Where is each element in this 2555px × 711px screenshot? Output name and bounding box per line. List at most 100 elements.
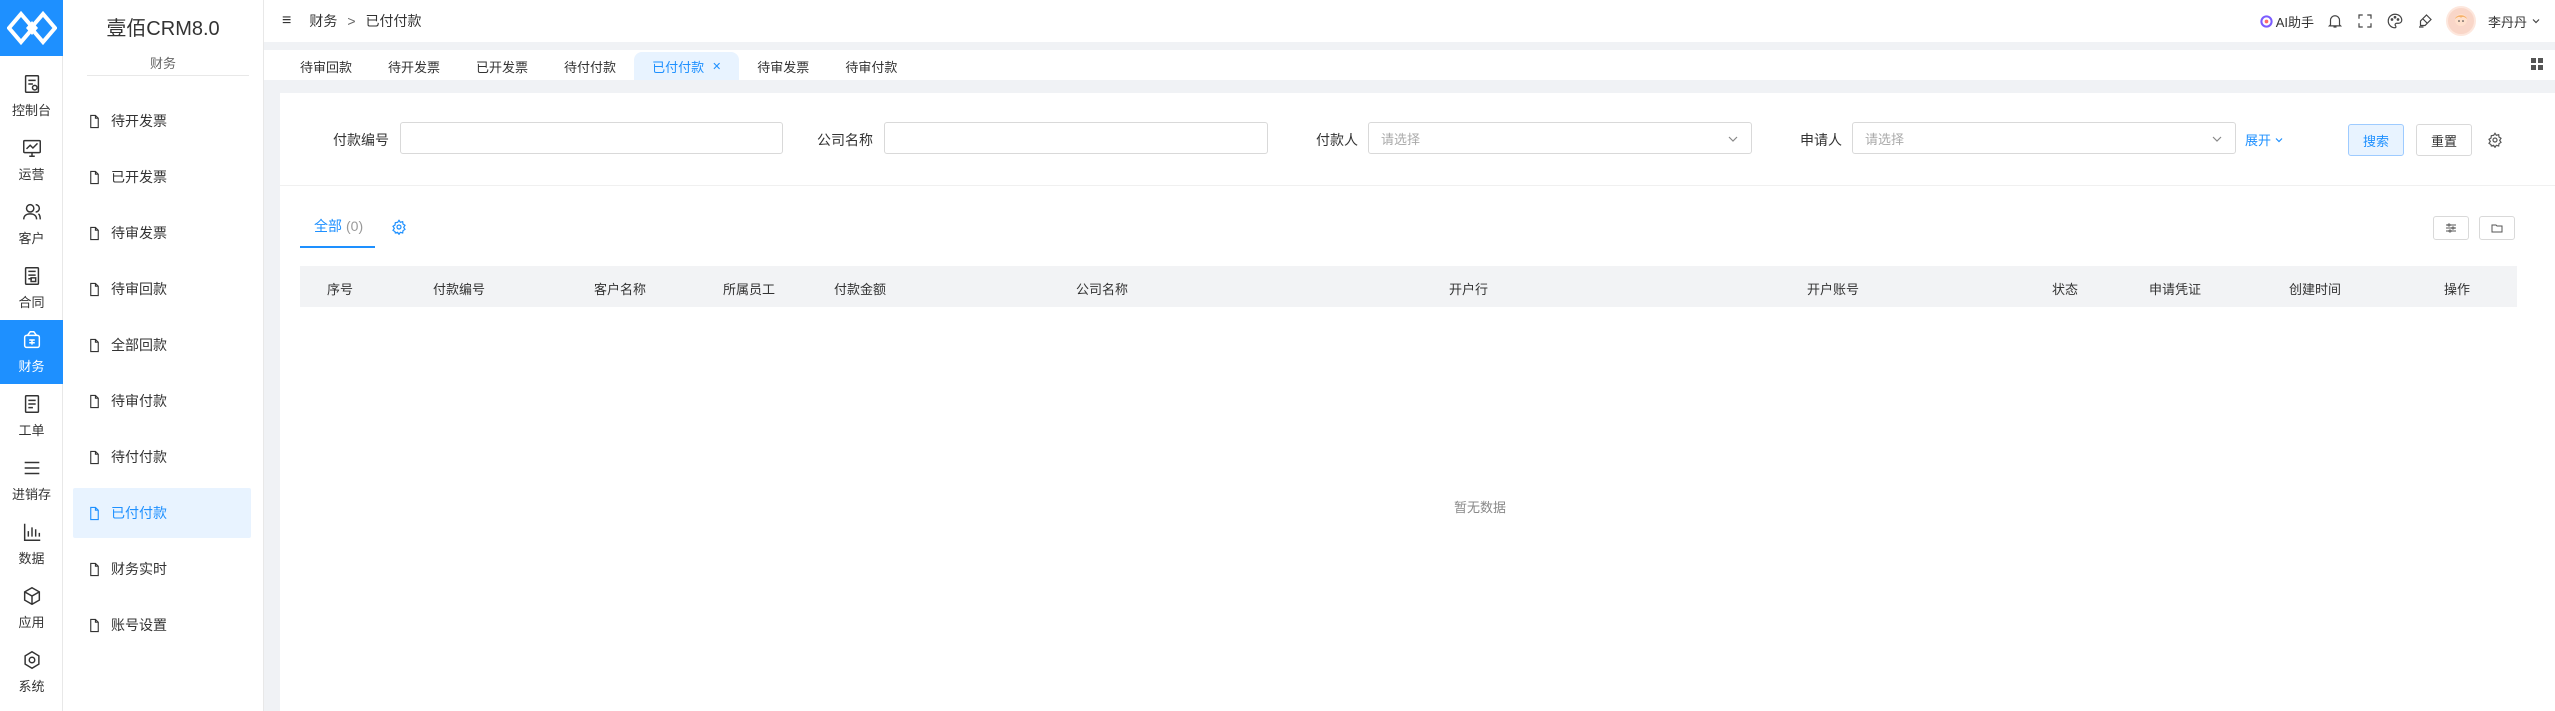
subnav-item-finance-realtime[interactable]: 财务实时 (73, 544, 251, 594)
applicant-select[interactable]: 请选择 (1852, 122, 2236, 154)
tab-pending-invoice[interactable]: 待开发票 (370, 52, 458, 80)
tab-close-icon[interactable]: ✕ (712, 60, 721, 73)
bell-icon[interactable] (2326, 12, 2344, 30)
tab-issued-invoice[interactable]: 已开发票 (458, 52, 546, 80)
page-tabs: 待审回款 待开发票 已开发票 待付付款 已付付款 ✕ 待审发票 待审付款 (264, 50, 2555, 80)
rail-item-tickets[interactable]: 工单 (0, 384, 63, 448)
breadcrumb-root[interactable]: 财务 (309, 11, 337, 31)
document-icon (90, 170, 99, 184)
search-button[interactable]: 搜索 (2348, 124, 2404, 156)
rail-item-dashboard[interactable]: 控制台 (0, 64, 63, 128)
document-icon (90, 226, 99, 240)
ai-assistant-button[interactable]: AI助手 (2260, 12, 2314, 31)
subtab-all[interactable]: 全部 (0) (300, 216, 376, 248)
payer-select[interactable]: 请选择 (1368, 122, 1752, 154)
subnav-item-label: 待付付款 (111, 449, 167, 465)
column-header[interactable]: 状态 (2052, 279, 2078, 298)
rail-label: 进销存 (11, 487, 51, 502)
grid-menu-icon[interactable] (2529, 56, 2545, 72)
ticket-icon (24, 395, 39, 413)
header-actions: AI助手 李丹丹 (2260, 0, 2541, 42)
filter-settings-icon[interactable] (2487, 132, 2503, 148)
menu-toggle-icon[interactable]: ≡ (282, 12, 291, 30)
column-header[interactable]: 付款金额 (834, 279, 886, 298)
filter-bar: 付款编号 公司名称 付款人 请选择 申请人 请选择 展开 搜索 重置 (280, 93, 2555, 186)
payment-no-input[interactable] (400, 122, 783, 154)
subnav-item-pending-payments[interactable]: 待付付款 (73, 432, 251, 482)
payment-no-label: 付款编号 (333, 132, 389, 148)
tab-review-receipts[interactable]: 待审回款 (282, 52, 370, 80)
subnav-item-issued-invoice[interactable]: 已开发票 (73, 152, 251, 202)
logo-icon (6, 10, 57, 46)
tab-pending-payments[interactable]: 待付付款 (546, 52, 634, 80)
ai-assistant-label: AI助手 (2275, 14, 2314, 30)
user-menu[interactable]: 李丹丹 (2488, 12, 2541, 31)
subnav-item-label: 已付付款 (111, 505, 167, 521)
rail-label: 财务 (18, 359, 45, 374)
rail-label: 系统 (18, 679, 45, 694)
bar-chart-icon (23, 523, 40, 541)
column-filter-button[interactable] (2433, 216, 2469, 240)
column-header[interactable]: 创建时间 (2289, 279, 2341, 298)
chevron-down-icon (2275, 137, 2283, 142)
rail-item-operations[interactable]: 运营 (0, 128, 63, 192)
main-nav-rail: 控制台 运营 客户 合同 财务 工单 进销存 数据 应用 系统 (0, 0, 63, 711)
rail-item-system[interactable]: 系统 (0, 640, 63, 704)
document-icon (90, 282, 99, 296)
subnav-item-review-invoice[interactable]: 待审发票 (73, 208, 251, 258)
column-header[interactable]: 操作 (2444, 279, 2470, 298)
subnav-item-account-settings[interactable]: 账号设置 (73, 600, 251, 650)
subnav-item-review-payments[interactable]: 待审付款 (73, 376, 251, 426)
company-name-input[interactable] (884, 122, 1268, 154)
column-header[interactable]: 开户账号 (1807, 279, 1859, 298)
column-header[interactable]: 开户行 (1449, 279, 1488, 298)
rail-item-data[interactable]: 数据 (0, 512, 63, 576)
rail-item-customers[interactable]: 客户 (0, 192, 63, 256)
settings-icon (23, 650, 40, 670)
cube-icon (23, 586, 40, 606)
chart-monitor-icon (22, 139, 41, 157)
subnav-section-title: 财务 (63, 52, 263, 76)
top-header: ≡ 财务 > 已付付款 AI助手 李丹丹 (264, 0, 2555, 42)
tab-review-payments[interactable]: 待审付款 (827, 52, 915, 80)
tab-label: 待付付款 (564, 59, 617, 75)
subnav-item-all-receipts[interactable]: 全部回款 (73, 320, 251, 370)
tab-label: 待审付款 (845, 59, 898, 75)
column-header[interactable]: 所属员工 (723, 279, 775, 298)
avatar[interactable] (2445, 6, 2476, 36)
subnav-item-review-receipts[interactable]: 待审回款 (73, 264, 251, 314)
app-logo[interactable] (0, 0, 63, 56)
subnav-item-label: 待开发票 (111, 113, 167, 129)
expand-filters-button[interactable]: 展开 (2245, 130, 2284, 149)
tab-paid-payments[interactable]: 已付付款 ✕ (634, 52, 740, 80)
rail-label: 工单 (18, 423, 45, 438)
subnav-item-paid-payments[interactable]: 已付付款 (73, 488, 251, 538)
subnav-item-label: 账号设置 (111, 617, 167, 633)
tab-review-invoice[interactable]: 待审发票 (739, 52, 827, 80)
palette-icon[interactable] (2386, 12, 2404, 30)
chevron-down-icon (1728, 136, 1738, 142)
column-header[interactable]: 客户名称 (594, 279, 646, 298)
users-icon (22, 203, 41, 220)
fullscreen-icon[interactable] (2356, 12, 2374, 30)
column-header[interactable]: 公司名称 (1076, 279, 1128, 298)
gear-icon[interactable] (391, 219, 407, 235)
column-header[interactable]: 付款编号 (433, 279, 485, 298)
rail-item-contracts[interactable]: 合同 (0, 256, 63, 320)
folder-button[interactable] (2479, 216, 2515, 240)
applicant-label: 申请人 (1800, 132, 1842, 148)
wallet-icon (23, 331, 40, 349)
tab-label: 待开发票 (388, 59, 441, 75)
column-header[interactable]: 序号 (327, 279, 353, 298)
rail-item-apps[interactable]: 应用 (0, 576, 63, 640)
subnav-item-pending-invoice[interactable]: 待开发票 (73, 96, 251, 146)
rail-item-inventory[interactable]: 进销存 (0, 448, 63, 512)
table-header: 序号 付款编号 客户名称 所属员工 付款金额 公司名称 开户行 开户账号 状态 … (300, 266, 2517, 307)
clear-cache-icon[interactable] (2416, 12, 2434, 30)
column-header[interactable]: 申请凭证 (2149, 279, 2201, 298)
expand-label: 展开 (2245, 133, 2272, 148)
rail-item-finance[interactable]: 财务 (0, 320, 63, 384)
subnav-item-label: 全部回款 (111, 337, 167, 353)
subnav-item-label: 待审付款 (111, 393, 167, 409)
reset-button[interactable]: 重置 (2416, 124, 2472, 156)
